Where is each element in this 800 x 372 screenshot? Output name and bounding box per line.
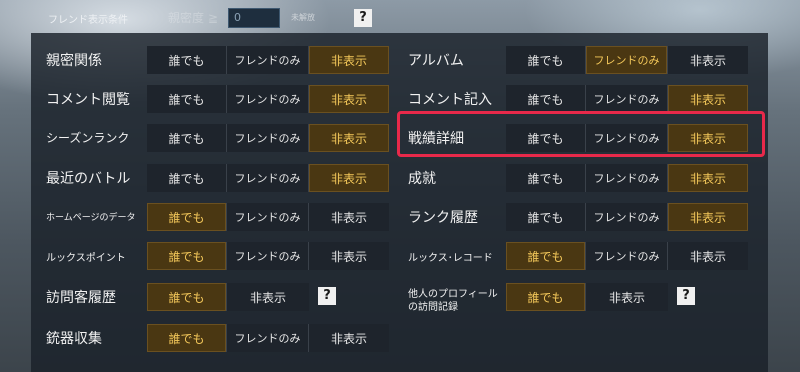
setting-recent-battles: 誰でも フレンドのみ 非表示 [147, 164, 389, 192]
option-hidden[interactable]: 非表示 [668, 85, 748, 113]
option-hidden[interactable]: 非表示 [309, 85, 389, 113]
option-friends-only[interactable]: フレンドのみ [586, 46, 668, 74]
label-visitor-history: 訪問客履歴 [46, 290, 116, 306]
option-friends-only[interactable]: フレンドのみ [227, 242, 309, 270]
setting-gun-collection: 誰でも フレンドのみ 非表示 [147, 324, 389, 352]
setting-looks-record: 誰でも フレンドのみ 非表示 [506, 242, 748, 270]
option-anyone[interactable]: 誰でも [506, 203, 586, 231]
option-anyone[interactable]: 誰でも [506, 85, 586, 113]
option-friends-only[interactable]: フレンドのみ [586, 85, 668, 113]
option-hidden[interactable]: 非表示 [309, 242, 389, 270]
option-friends-only[interactable]: フレンドのみ [227, 85, 309, 113]
help-icon[interactable]: ? [318, 287, 336, 305]
option-hidden[interactable]: 非表示 [309, 46, 389, 74]
option-hidden[interactable]: 非表示 [227, 283, 309, 311]
option-friends-only[interactable]: フレンドのみ [227, 124, 309, 152]
label-comment-view: コメント閲覧 [46, 92, 130, 108]
help-icon[interactable]: ? [677, 287, 695, 305]
option-hidden[interactable]: 非表示 [668, 164, 748, 192]
option-anyone[interactable]: 誰でも [147, 283, 227, 311]
setting-homepage-data: 誰でも フレンドのみ 非表示 [147, 203, 389, 231]
friend-display-condition-label: フレンド表示条件 [48, 15, 128, 26]
setting-looks-points: 誰でも フレンドのみ 非表示 [147, 242, 389, 270]
label-album: アルバム [408, 53, 464, 69]
option-anyone[interactable]: 誰でも [147, 46, 227, 74]
option-hidden[interactable]: 非表示 [309, 124, 389, 152]
option-hidden[interactable]: 非表示 [309, 324, 389, 352]
option-hidden[interactable]: 非表示 [309, 164, 389, 192]
label-looks-record: ルックス･レコード [408, 253, 493, 264]
option-hidden[interactable]: 非表示 [309, 203, 389, 231]
option-friends-only[interactable]: フレンドのみ [586, 203, 668, 231]
setting-achievements: 誰でも フレンドのみ 非表示 [506, 164, 748, 192]
option-friends-only[interactable]: フレンドのみ [227, 46, 309, 74]
label-battle-record-details: 戦績詳細 [408, 131, 464, 147]
option-anyone[interactable]: 誰でも [506, 124, 586, 152]
option-anyone[interactable]: 誰でも [506, 46, 586, 74]
label-homepage-data: ホームページのデータ [46, 213, 136, 223]
option-anyone[interactable]: 誰でも [147, 324, 227, 352]
option-friends-only[interactable]: フレンドのみ [227, 164, 309, 192]
setting-visitor-history: 誰でも 非表示 [147, 283, 309, 311]
unset-label: 未解放 [291, 13, 315, 22]
option-friends-only[interactable]: フレンドのみ [227, 203, 309, 231]
setting-profile-visit-record: 誰でも 非表示 [506, 283, 668, 311]
option-hidden[interactable]: 非表示 [586, 283, 668, 311]
setting-album: 誰でも フレンドのみ 非表示 [506, 46, 748, 74]
option-anyone[interactable]: 誰でも [147, 124, 227, 152]
option-hidden[interactable]: 非表示 [668, 46, 748, 74]
setting-comment-entry: 誰でも フレンドのみ 非表示 [506, 85, 748, 113]
option-anyone[interactable]: 誰でも [506, 164, 586, 192]
option-hidden[interactable]: 非表示 [668, 203, 748, 231]
setting-season-rank: 誰でも フレンドのみ 非表示 [147, 124, 389, 152]
label-recent-battles: 最近のバトル [46, 171, 131, 187]
setting-battle-record-details: 誰でも フレンドのみ 非表示 [506, 124, 748, 152]
label-looks-points: ルックスポイント [46, 253, 126, 264]
label-season-rank: シーズンランク [46, 131, 130, 145]
header-bar: フレンド表示条件 親密度 ≧ 0 未解放 ? [0, 0, 800, 34]
option-friends-only[interactable]: フレンドのみ [586, 124, 668, 152]
label-intimacy: 親密関係 [46, 53, 102, 69]
label-comment-entry: コメント記入 [408, 92, 492, 108]
option-anyone[interactable]: 誰でも [506, 283, 586, 311]
label-rank-history: ランク履歴 [408, 210, 478, 226]
option-anyone[interactable]: 誰でも [147, 164, 227, 192]
option-anyone[interactable]: 誰でも [506, 242, 586, 270]
option-hidden[interactable]: 非表示 [668, 242, 748, 270]
intimacy-value-input[interactable]: 0 [228, 8, 280, 28]
option-friends-only[interactable]: フレンドのみ [586, 242, 668, 270]
label-achievements: 成就 [408, 171, 436, 187]
label-profile-visit-line2: の訪問記録 [408, 302, 458, 313]
option-hidden[interactable]: 非表示 [668, 124, 748, 152]
label-gun-collection: 銃器収集 [46, 331, 102, 347]
setting-rank-history: 誰でも フレンドのみ 非表示 [506, 203, 748, 231]
intimacy-threshold-label: 親密度 ≧ [168, 11, 218, 25]
option-anyone[interactable]: 誰でも [147, 242, 227, 270]
help-icon[interactable]: ? [354, 9, 372, 27]
option-anyone[interactable]: 誰でも [147, 85, 227, 113]
setting-intimacy: 誰でも フレンドのみ 非表示 [147, 46, 389, 74]
setting-comment-view: 誰でも フレンドのみ 非表示 [147, 85, 389, 113]
option-friends-only[interactable]: フレンドのみ [586, 164, 668, 192]
option-anyone[interactable]: 誰でも [147, 203, 227, 231]
option-friends-only[interactable]: フレンドのみ [227, 324, 309, 352]
